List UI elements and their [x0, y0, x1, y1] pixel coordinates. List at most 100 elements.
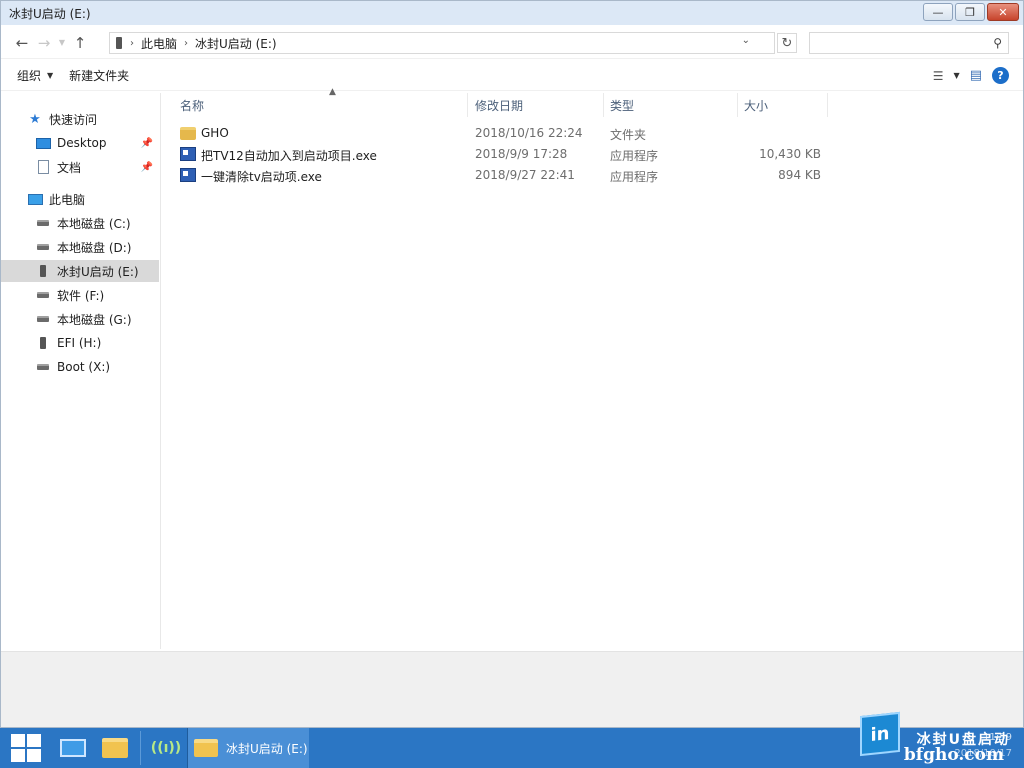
file-modified: 2018/9/27 22:41 [475, 168, 575, 182]
hard-drive-icon [35, 239, 51, 255]
hard-drive-icon [35, 287, 51, 303]
nav-drive-g[interactable]: 本地磁盘 (G:) [1, 308, 159, 330]
search-input[interactable] [810, 33, 980, 53]
nav-this-pc[interactable]: 此电脑 [1, 188, 159, 210]
nav-documents[interactable]: 文档 📌 [1, 156, 159, 178]
application-icon [180, 147, 196, 161]
chevron-down-icon[interactable]: ⌄ [742, 35, 750, 46]
hard-drive-icon [35, 215, 51, 231]
navigation-pane: ★ 快速访问 Desktop 📌 文档 📌 此电脑 本地磁盘 (C:) 本地磁盘… [1, 93, 161, 649]
file-row[interactable]: 把TV12自动加入到启动项目.exe 2018/9/9 17:28 应用程序 1… [176, 144, 1016, 165]
file-size: 894 KB [778, 168, 821, 182]
nav-desktop[interactable]: Desktop 📌 [1, 132, 159, 154]
organize-label: 组织 [17, 69, 42, 83]
command-bar: 组织 ▼ 新建文件夹 ☰ ▼ ▤ ? [1, 61, 1023, 91]
breadcrumb-this-pc[interactable]: 此电脑 [136, 35, 182, 52]
nav-label: EFI (H:) [57, 336, 102, 350]
column-header-type[interactable]: 类型 [604, 93, 738, 117]
close-button[interactable]: ✕ [987, 3, 1019, 21]
taskbar-window-label: 冰封U启动 (E:) [226, 741, 308, 756]
brand-logo: in [860, 711, 900, 757]
preview-pane-icon[interactable]: ▤ [970, 68, 982, 83]
maximize-button[interactable]: ❐ [955, 3, 985, 21]
chevron-right-icon: › [184, 37, 189, 49]
refresh-icon: ↻ [781, 35, 793, 51]
taskbar-active-window[interactable]: 冰封U启动 (E:) [187, 728, 309, 768]
nav-drive-d[interactable]: 本地磁盘 (D:) [1, 236, 159, 258]
star-icon: ★ [29, 111, 41, 127]
usb-drive-icon [116, 37, 122, 49]
column-label: 修改日期 [475, 98, 524, 113]
nav-label: Boot (X:) [57, 360, 111, 374]
search-box[interactable]: ⚲ [809, 32, 1009, 54]
folder-icon [102, 738, 128, 758]
network-antenna-icon: ((ı)) [150, 740, 182, 756]
navigation-bar: ← → ▼ ↑ › 此电脑 › 冰封U启动 (E:) ⌄ ↻ ⚲ [1, 27, 1023, 59]
recent-locations-button[interactable]: ▼ [55, 32, 69, 54]
nav-drive-x[interactable]: Boot (X:) [1, 356, 159, 378]
view-details-icon[interactable]: ☰ [933, 69, 944, 83]
caret-down-icon: ▼ [47, 71, 54, 80]
nav-drive-c[interactable]: 本地磁盘 (C:) [1, 212, 159, 234]
forward-button[interactable]: → [33, 32, 55, 54]
refresh-button[interactable]: ↻ [777, 33, 797, 53]
chevron-right-icon: › [130, 37, 134, 49]
window-title: 冰封U启动 (E:) [9, 6, 91, 21]
new-folder-button[interactable]: 新建文件夹 [61, 67, 137, 84]
arrow-left-icon: ← [15, 33, 29, 52]
file-row[interactable]: 一键清除tv启动项.exe 2018/9/27 22:41 应用程序 894 K… [176, 165, 1016, 186]
taskbar-file-explorer[interactable] [94, 728, 136, 768]
file-modified: 2018/10/16 22:24 [475, 126, 583, 140]
application-icon [180, 168, 196, 182]
minimize-button[interactable]: — [923, 3, 953, 21]
search-icon[interactable]: ⚲ [993, 36, 1002, 50]
folder-icon [180, 127, 196, 140]
nav-label: 本地磁盘 (C:) [57, 216, 131, 231]
nav-drive-f[interactable]: 软件 (F:) [1, 284, 159, 306]
file-list: 名称 ▲ 修改日期 类型 大小 GHO 2018/10/16 22:24 文件夹… [162, 87, 1023, 649]
back-button[interactable]: ← [11, 32, 33, 54]
folder-icon [194, 739, 218, 757]
nav-label: 软件 (F:) [57, 288, 105, 303]
pin-icon[interactable]: 📌 [141, 162, 153, 173]
desktop-icon [60, 739, 86, 757]
up-button[interactable]: ↑ [69, 32, 91, 54]
nav-label: 冰封U启动 (E:) [57, 264, 139, 279]
arrow-up-icon: ↑ [73, 33, 87, 52]
hard-drive-icon [35, 359, 51, 375]
file-name: 一键清除tv启动项.exe [201, 170, 322, 184]
windows-logo-icon [11, 734, 25, 747]
nav-drive-h[interactable]: EFI (H:) [1, 332, 159, 354]
title-bar[interactable]: 冰封U启动 (E:) — ❐ ✕ [1, 1, 1023, 25]
help-icon[interactable]: ? [992, 67, 1009, 84]
file-type: 应用程序 [610, 170, 659, 184]
address-bar[interactable]: › 此电脑 › 冰封U启动 (E:) ⌄ [109, 32, 775, 54]
caret-down-icon[interactable]: ▼ [954, 71, 960, 80]
file-size: 10,430 KB [759, 147, 821, 161]
file-type: 应用程序 [610, 149, 659, 163]
start-button[interactable] [8, 730, 44, 766]
system-tray: in 11:59 2018/10/17 冰封U盘启动 bfgho.com [844, 711, 1024, 768]
explorer-window: 冰封U启动 (E:) — ❐ ✕ ← → ▼ ↑ › 此电脑 › 冰封U启动 (… [0, 0, 1024, 728]
organize-menu[interactable]: 组织 ▼ [1, 67, 61, 84]
sort-ascending-icon: ▲ [329, 87, 336, 97]
nav-quick-access[interactable]: ★ 快速访问 [1, 108, 159, 130]
column-header-name[interactable]: 名称 ▲ [174, 87, 468, 117]
taskbar-desktop[interactable] [52, 728, 94, 768]
column-header-size[interactable]: 大小 [738, 93, 828, 117]
file-type: 文件夹 [610, 128, 647, 142]
arrow-right-icon: → [37, 33, 51, 52]
file-name: GHO [201, 126, 229, 140]
brand-website: bfgho.com [903, 745, 1004, 765]
breadcrumb-current-drive[interactable]: 冰封U启动 (E:) [190, 35, 282, 52]
file-row[interactable]: GHO 2018/10/16 22:24 文件夹 [176, 123, 1016, 144]
new-folder-label: 新建文件夹 [69, 69, 130, 83]
taskbar-network[interactable]: ((ı)) [145, 728, 187, 768]
column-header-modified[interactable]: 修改日期 [469, 93, 604, 117]
nav-label: 文档 [57, 160, 82, 175]
nav-label: 快速访问 [49, 112, 98, 127]
computer-icon [27, 191, 43, 207]
pin-icon[interactable]: 📌 [141, 138, 153, 149]
nav-drive-e[interactable]: 冰封U启动 (E:) [1, 260, 159, 282]
chevron-down-icon: ▼ [58, 38, 66, 47]
